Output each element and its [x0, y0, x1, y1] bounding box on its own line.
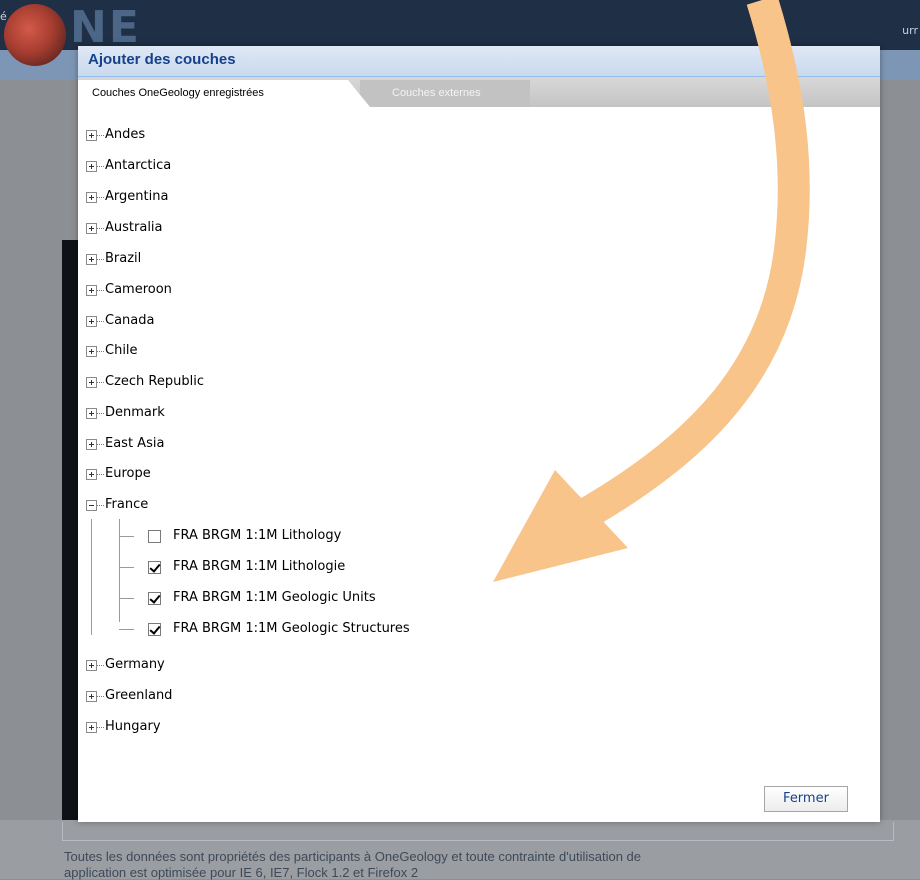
layer-label: FRA BRGM 1:1M Geologic Units: [173, 590, 376, 605]
tree-node-label: France: [105, 497, 149, 512]
tree-node-australia[interactable]: Australia: [78, 215, 778, 245]
tree-connector: [119, 567, 134, 568]
add-layers-dialog: Ajouter des couches Couches externes Cou…: [78, 46, 880, 822]
expand-icon[interactable]: [86, 408, 97, 419]
tree-connector: [97, 135, 104, 137]
tree-node-label: Europe: [105, 466, 151, 481]
layer-row-lithologie[interactable]: FRA BRGM 1:1M Lithologie: [78, 554, 778, 584]
logo-text: NE: [70, 2, 141, 53]
tree-connector: [97, 290, 104, 292]
tab-registered-label: Couches OneGeology enregistrées: [92, 87, 264, 99]
dialog-titlebar[interactable]: Ajouter des couches: [78, 46, 880, 77]
tree-connector: [97, 321, 104, 323]
tree-connector: [97, 197, 104, 199]
layer-checkbox[interactable]: [148, 592, 161, 605]
layer-row-geologic-units[interactable]: FRA BRGM 1:1M Geologic Units: [78, 585, 778, 615]
tab-registered-layers[interactable]: Couches OneGeology enregistrées: [78, 80, 370, 107]
expand-icon[interactable]: [86, 223, 97, 234]
tree-connector: [97, 727, 104, 729]
tree-node-label: Czech Republic: [105, 374, 204, 389]
tree-connector: [97, 382, 104, 384]
tab-external-layers[interactable]: Couches externes: [360, 80, 530, 107]
tree-node-brazil[interactable]: Brazil: [78, 246, 778, 276]
footer-legal-text: Toutes les données sont propriétés des p…: [64, 849, 642, 864]
layer-label: FRA BRGM 1:1M Geologic Structures: [173, 621, 410, 636]
tree-node-east-asia[interactable]: East Asia: [78, 431, 778, 461]
tree-node-label: Canada: [105, 313, 155, 328]
tree-node-argentina[interactable]: Argentina: [78, 184, 778, 214]
tree-node-germany[interactable]: Germany: [78, 652, 778, 682]
expand-icon[interactable]: [86, 469, 97, 480]
close-button[interactable]: Fermer: [764, 786, 848, 812]
edge-text-left: é: [0, 10, 7, 23]
layer-label: FRA BRGM 1:1M Lithology: [173, 528, 342, 543]
tree-node-hungary[interactable]: Hungary: [78, 714, 778, 744]
tree-node-label: Germany: [105, 657, 165, 672]
tree-connector: [119, 629, 134, 630]
layer-tree: Andes Antarctica Argentina Australia Bra…: [78, 107, 880, 767]
tree-connector: [97, 413, 104, 415]
expand-icon[interactable]: [86, 192, 97, 203]
tree-node-label: Chile: [105, 343, 138, 358]
tree-connector: [97, 505, 104, 507]
tree-connector: [97, 444, 104, 446]
tree-node-cameroon[interactable]: Cameroon: [78, 277, 778, 307]
tree-node-label: Brazil: [105, 251, 142, 266]
expand-icon[interactable]: [86, 254, 97, 265]
footer-browser-note: application est optimisée pour IE 6, IE7…: [64, 865, 419, 880]
tree-node-label: Cameroon: [105, 282, 172, 297]
tree-connector: [119, 598, 134, 599]
tree-node-europe[interactable]: Europe: [78, 461, 778, 491]
tree-connector: [97, 351, 104, 353]
layer-row-geologic-structures[interactable]: FRA BRGM 1:1M Geologic Structures: [78, 616, 778, 646]
edge-text-right: urr: [902, 24, 918, 37]
tree-node-france[interactable]: France: [78, 492, 778, 522]
tree-connector: [97, 665, 104, 667]
tree-node-label: Antarctica: [105, 158, 172, 173]
tree-node-label: Argentina: [105, 189, 169, 204]
expand-icon[interactable]: [86, 316, 97, 327]
onegeology-logo: [4, 4, 66, 66]
layer-label: FRA BRGM 1:1M Lithologie: [173, 559, 346, 574]
layer-checkbox[interactable]: [148, 623, 161, 636]
expand-icon[interactable]: [86, 660, 97, 671]
tree-node-denmark[interactable]: Denmark: [78, 400, 778, 430]
tab-strip: Couches externes Couches OneGeology enre…: [78, 77, 880, 107]
expand-icon[interactable]: [86, 722, 97, 733]
tree-node-andes[interactable]: Andes: [78, 122, 778, 152]
expand-icon[interactable]: [86, 285, 97, 296]
tab-external-label: Couches externes: [392, 87, 481, 99]
expand-icon[interactable]: [86, 439, 97, 450]
expand-icon[interactable]: [86, 377, 97, 388]
tree-node-chile[interactable]: Chile: [78, 338, 778, 368]
tree-node-greenland[interactable]: Greenland: [78, 683, 778, 713]
tree-connector: [97, 228, 104, 230]
tree-node-antarctica[interactable]: Antarctica: [78, 153, 778, 183]
layer-checkbox[interactable]: [148, 561, 161, 574]
tree-connector: [97, 166, 104, 168]
tree-node-label: East Asia: [105, 436, 165, 451]
dialog-title: Ajouter des couches: [88, 51, 236, 68]
tree-connector: [97, 696, 104, 698]
tree-connector: [97, 474, 104, 476]
collapse-icon[interactable]: [86, 500, 97, 511]
tree-node-label: Andes: [105, 127, 146, 142]
layer-checkbox[interactable]: [148, 530, 161, 543]
tree-connector: [97, 259, 104, 261]
expand-icon[interactable]: [86, 346, 97, 357]
footer-divider: [62, 822, 894, 841]
expand-icon[interactable]: [86, 691, 97, 702]
tree-node-label: Australia: [105, 220, 163, 235]
tree-node-czech-republic[interactable]: Czech Republic: [78, 369, 778, 399]
tree-node-canada[interactable]: Canada: [78, 308, 778, 338]
layer-row-lithology[interactable]: FRA BRGM 1:1M Lithology: [78, 523, 778, 553]
expand-icon[interactable]: [86, 161, 97, 172]
tree-connector: [119, 536, 134, 537]
tree-node-label: Hungary: [105, 719, 161, 734]
tree-node-label: Denmark: [105, 405, 165, 420]
expand-icon[interactable]: [86, 130, 97, 141]
tree-node-label: Greenland: [105, 688, 173, 703]
